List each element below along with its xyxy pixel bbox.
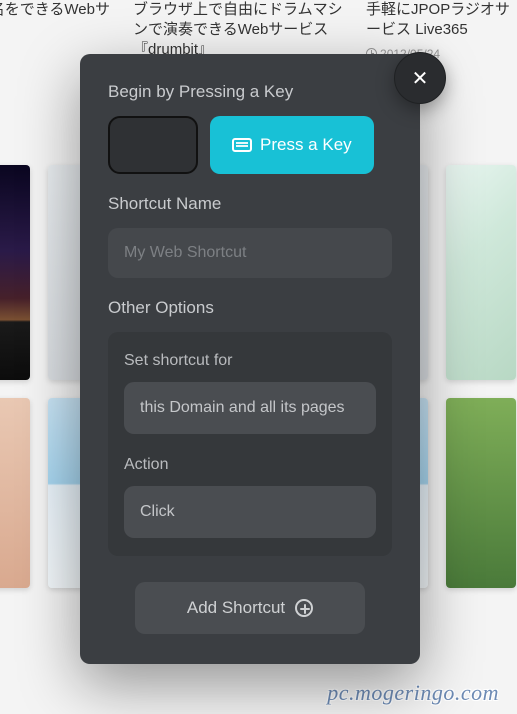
action-value: Click [140, 503, 175, 521]
shortcut-modal: ✕ Begin by Pressing a Key Press a Key Sh… [80, 54, 420, 664]
action-label: Action [124, 456, 376, 474]
close-icon: ✕ [412, 66, 429, 91]
press-key-button[interactable]: Press a Key [210, 116, 374, 174]
add-shortcut-button[interactable]: Add Shortcut [135, 582, 365, 634]
scope-select[interactable]: this Domain and all its pages [124, 382, 376, 434]
key-capture-slot[interactable] [108, 116, 198, 174]
other-options-title: Other Options [108, 298, 392, 318]
keyboard-icon [232, 138, 252, 152]
scope-value: this Domain and all its pages [140, 399, 345, 417]
close-button[interactable]: ✕ [394, 52, 446, 104]
scope-label: Set shortcut for [124, 352, 376, 370]
action-select[interactable]: Click [124, 486, 376, 538]
other-options-panel: Set shortcut for this Domain and all its… [108, 332, 392, 556]
begin-title: Begin by Pressing a Key [108, 82, 392, 102]
shortcut-name-title: Shortcut Name [108, 194, 392, 214]
press-key-label: Press a Key [260, 135, 352, 155]
modal-overlay: ✕ Begin by Pressing a Key Press a Key Sh… [0, 0, 517, 714]
shortcut-name-input[interactable] [108, 228, 392, 278]
plus-circle-icon [295, 599, 313, 617]
add-shortcut-label: Add Shortcut [187, 598, 285, 618]
